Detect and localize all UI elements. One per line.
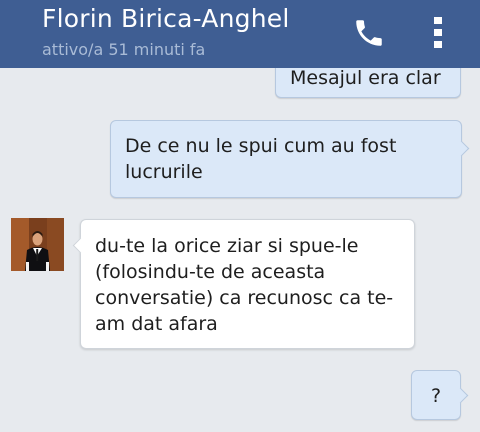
message-text: ? <box>430 385 442 407</box>
bubble-tail <box>453 140 470 157</box>
contact-avatar[interactable] <box>11 218 64 271</box>
message-list[interactable]: Mesajul era clar De ce nu le spui cum au… <box>0 68 480 432</box>
phone-icon <box>356 20 382 46</box>
avatar-photo <box>11 218 64 271</box>
bubble-tail <box>72 237 89 254</box>
last-seen-status: attivo/a 51 minuti fa <box>42 40 206 59</box>
overflow-menu-button[interactable] <box>428 16 448 50</box>
bubble-tail <box>452 387 469 404</box>
message-text: du-te la orice ziar si spue-le (folosind… <box>95 235 394 335</box>
more-vert-icon <box>434 17 442 48</box>
message-text: De ce nu le spui cum au fost lucrurile <box>125 135 397 183</box>
call-button[interactable] <box>352 16 386 50</box>
message-bubble-sent[interactable]: ? <box>411 370 469 420</box>
chat-header: Florin Birica-Anghel attivo/a 51 minuti … <box>0 0 480 68</box>
message-bubble-received[interactable]: du-te la orice ziar si spue-le (folosind… <box>72 219 415 349</box>
message-text: Mesajul era clar <box>290 68 441 89</box>
message-bubble-sent[interactable]: De ce nu le spui cum au fost lucrurile <box>110 120 470 198</box>
message-bubble-sent[interactable]: Mesajul era clar <box>275 68 461 98</box>
contact-name[interactable]: Florin Birica-Anghel <box>42 4 289 33</box>
